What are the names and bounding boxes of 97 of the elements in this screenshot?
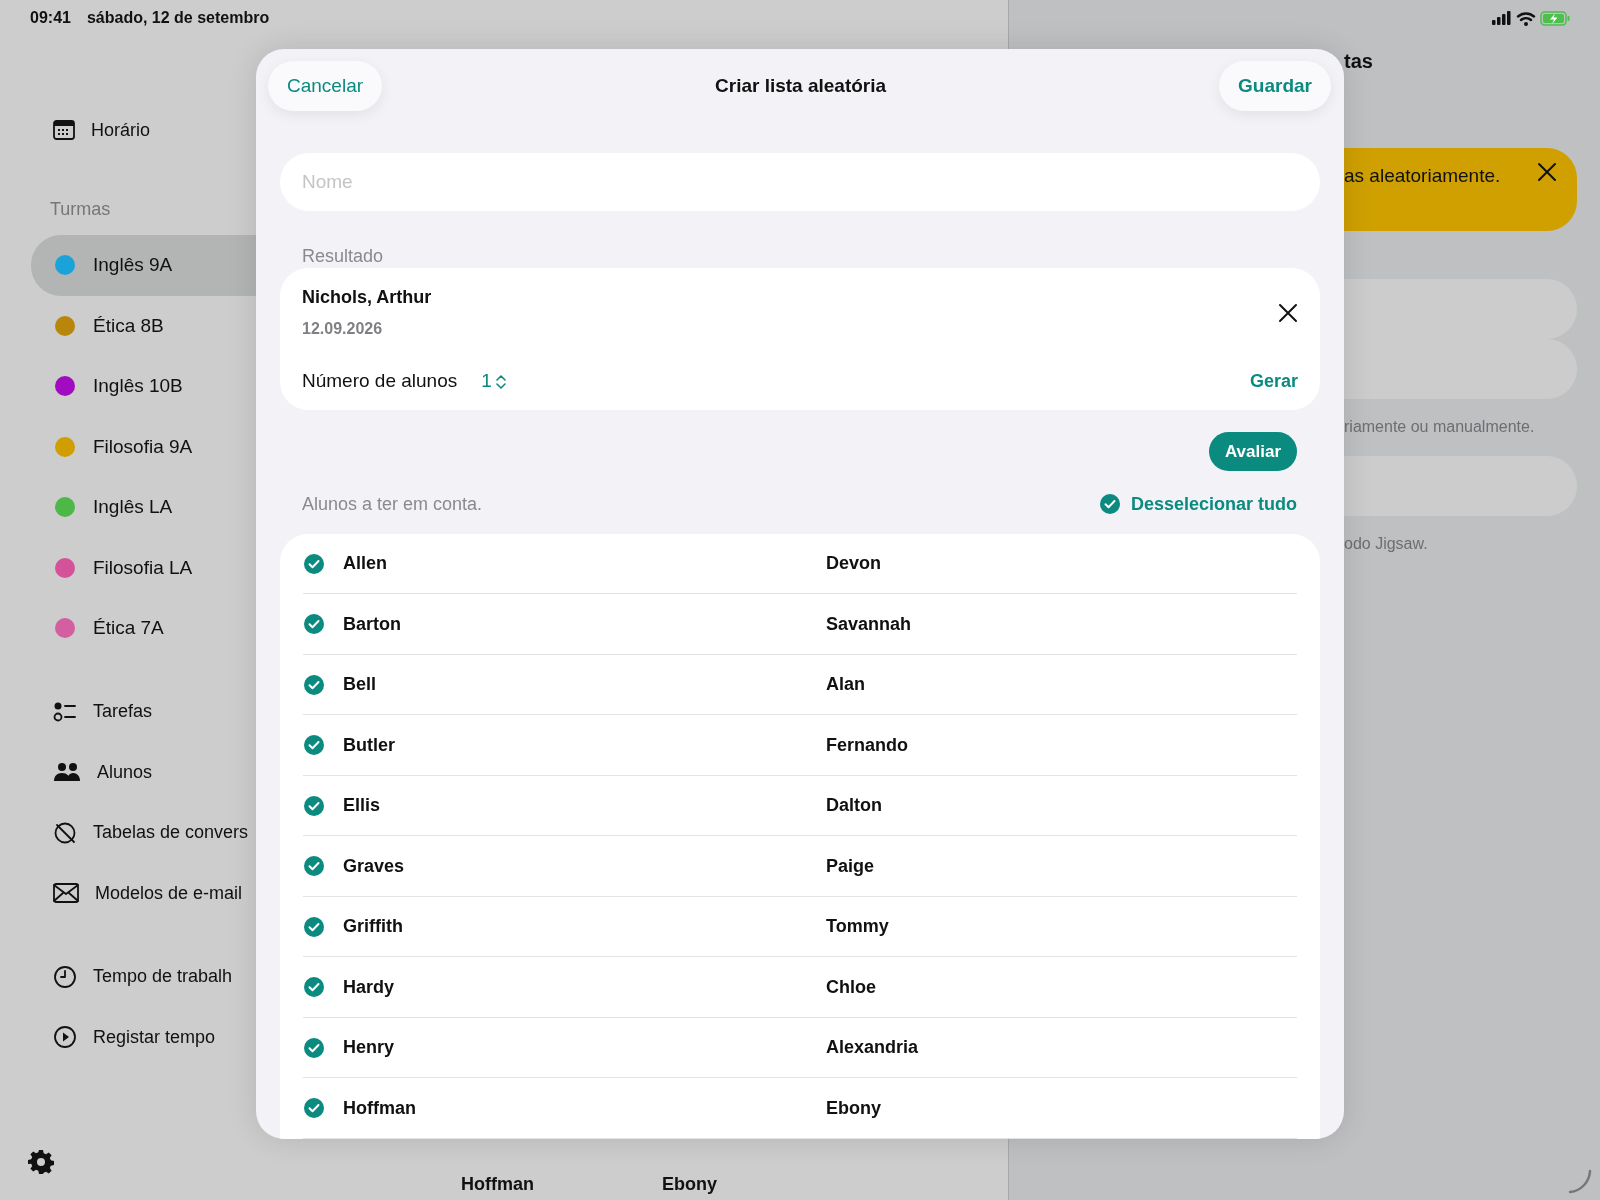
dialog-title: Criar lista aleatória [715, 73, 887, 98]
class-item[interactable]: Inglês 10B [31, 356, 256, 417]
class-label: Inglês 10B [93, 374, 183, 398]
slashed-circle-icon [53, 820, 77, 845]
section-header: Turmas [50, 198, 112, 221]
status-date: sábado, 12 de setembro [86, 8, 270, 28]
calendar-icon [53, 120, 75, 140]
student-first-name: Chloe [826, 975, 876, 999]
sidebar-item[interactable]: Alunos [0, 742, 256, 803]
class-item[interactable]: Ética 8B [31, 295, 256, 356]
student-first-name: Tommy [826, 915, 889, 939]
signal-icon [1492, 11, 1512, 25]
checked-circle-icon[interactable] [303, 915, 325, 938]
sidebar-item[interactable]: Tarefas [0, 681, 256, 742]
student-first-name: Devon [826, 552, 881, 576]
student-first-name: Alexandria [826, 1036, 919, 1060]
student-last-name: Hoffman [343, 1096, 417, 1120]
sidebar-item-label: Tarefas [93, 700, 153, 724]
class-label: Filosofia 9A [93, 434, 193, 459]
sidebar-item[interactable]: Registar tempo [0, 1007, 256, 1068]
checked-circle-icon[interactable] [303, 855, 325, 878]
play-circle-icon [53, 1025, 77, 1050]
save-button[interactable]: Guardar [1219, 61, 1331, 111]
sidebar-item[interactable]: Tabelas de convers [0, 802, 256, 863]
checked-circle-icon[interactable] [303, 794, 325, 817]
list-cell-text: Hoffman [461, 1173, 534, 1196]
class-item[interactable]: Ética 7A [31, 598, 256, 659]
student-last-name: Hardy [343, 975, 396, 999]
cancel-button[interactable]: Cancelar [268, 61, 383, 111]
count-label: Número de alunos [302, 369, 458, 394]
settings-icon[interactable] [28, 1149, 54, 1175]
student-first-name: Fernando [826, 733, 908, 757]
student-last-name: Graves [343, 854, 406, 878]
student-last-name: Griffith [343, 915, 404, 939]
class-item[interactable]: Inglês LA [31, 477, 256, 538]
checked-circle-icon [1098, 493, 1121, 516]
student-last-name: Henry [343, 1036, 396, 1060]
status-time: 09:41 [30, 8, 71, 28]
text-field[interactable] [1344, 456, 1577, 516]
sidebar-item-label: Alunos [97, 760, 153, 784]
deselect-all-button[interactable]: Desselecionar tudo [1098, 490, 1297, 518]
sidebar-item[interactable]: Tempo de trabalh [0, 946, 256, 1007]
count-stepper[interactable]: 1 [481, 367, 506, 396]
checked-circle-icon[interactable] [303, 673, 325, 696]
close-icon[interactable] [1278, 302, 1298, 323]
evaluate-button[interactable]: Avaliar [1208, 431, 1297, 472]
student-last-name: Barton [343, 612, 402, 636]
checked-circle-icon[interactable] [303, 734, 325, 757]
clock-icon [53, 964, 77, 989]
sidebar-item[interactable]: Modelos de e-mail [0, 863, 256, 924]
section-label: Alunos a ter em conta. [302, 492, 483, 516]
page-title: tas [1344, 49, 1374, 74]
student-first-name: Dalton [826, 794, 882, 818]
student-first-name: Ebony [826, 1096, 881, 1120]
student-last-name: Allen [343, 552, 388, 576]
sidebar-item-label: Horário [91, 118, 151, 142]
class-item[interactable]: Inglês 9A [31, 235, 256, 296]
sidebar-item-label: Tabelas de convers [93, 821, 249, 845]
result-name: Nichols, Arthur [302, 286, 432, 310]
class-label: Ética 8B [93, 313, 164, 338]
class-label: Filosofia LA [93, 555, 193, 580]
sidebar-item-label: Tempo de trabalh [93, 965, 233, 989]
class-label: Inglês 9A [93, 253, 173, 277]
class-item[interactable]: Filosofia LA [31, 537, 256, 598]
checked-circle-icon[interactable] [303, 552, 325, 575]
loading-spinner-icon [1566, 1168, 1592, 1194]
battery-charging-icon [1540, 10, 1570, 26]
caption-text: riamente ou manualmente. [1344, 417, 1536, 437]
up-down-chevron-icon [495, 373, 506, 390]
student-first-name: Savannah [826, 612, 912, 636]
sidebar-item-label: Modelos de e-mail [95, 881, 243, 905]
sidebar-item[interactable]: Horário [0, 110, 256, 150]
name-field[interactable]: Nome [280, 153, 1320, 212]
checked-circle-icon[interactable] [303, 1097, 325, 1120]
student-last-name: Butler [343, 733, 396, 757]
student-first-name: Alan [826, 673, 865, 697]
list-cell-text: Ebony [662, 1173, 717, 1196]
wifi-icon [1516, 10, 1536, 26]
checked-circle-icon[interactable] [303, 613, 325, 636]
sidebar-item-label: Registar tempo [93, 1025, 216, 1049]
class-label: Ética 7A [93, 616, 164, 640]
class-item[interactable]: Filosofia 9A [31, 416, 256, 477]
banner-text: as aleatoriamente. [1344, 164, 1501, 188]
caption-text: odo Jigsaw. [1344, 534, 1429, 554]
checklist-icon [53, 700, 77, 723]
envelope-icon [53, 883, 79, 904]
checked-circle-icon[interactable] [303, 1036, 325, 1059]
class-label: Inglês LA [93, 495, 173, 519]
section-label: Resultado [302, 245, 385, 269]
checked-circle-icon[interactable] [303, 976, 325, 999]
close-icon[interactable] [1537, 162, 1557, 182]
student-first-name: Paige [826, 854, 875, 878]
student-last-name: Bell [343, 673, 377, 697]
student-last-name: Ellis [343, 794, 382, 818]
people-icon [53, 762, 81, 783]
result-date: 12.09.2026 [302, 319, 384, 340]
generate-button[interactable]: Gerar [1249, 368, 1298, 396]
